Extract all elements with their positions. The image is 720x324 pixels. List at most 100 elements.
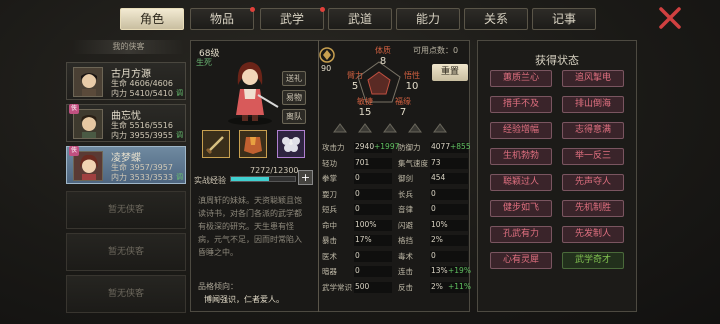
stat-row: 医术 0 (320, 250, 394, 263)
stat-row: 闪避 10% (396, 219, 470, 232)
status-effect[interactable]: 排山倒海 (562, 96, 624, 113)
empty-party-slot[interactable]: 暂无侠客 (66, 275, 186, 313)
stat-row: 连击 13% +19% (396, 266, 471, 278)
empty-party-slot[interactable]: 暂无侠客 (66, 191, 186, 229)
member-mp: 内力 3955/3955 (111, 131, 173, 140)
tab-label: 角色 (139, 12, 164, 26)
status-effect[interactable]: 先发制人 (562, 226, 624, 243)
status-effect[interactable]: 举一反三 (562, 148, 624, 165)
divider (318, 40, 319, 312)
stat-value: 73 (430, 157, 468, 169)
tab-martial-skills[interactable]: 武学 (260, 7, 325, 30)
exp-bar-fill (231, 177, 269, 181)
stat-row: 格挡 2% (396, 235, 470, 247)
tab-martial-way[interactable]: 武道 (328, 8, 392, 30)
status-effect[interactable]: 先声夺人 (562, 174, 624, 191)
status-effect[interactable]: 健步如飞 (490, 200, 552, 217)
character-description: 滇周轩的妹妹。天资聪颖且饱读诗书，对各门各派的武学都有极深的研究。天生患有怪病，… (198, 196, 302, 257)
tab-label: 物品 (209, 12, 234, 26)
tab-character[interactable]: 角色 (120, 8, 184, 30)
add-exp-button[interactable]: + (298, 170, 313, 185)
status-effect[interactable]: 孔武有力 (490, 226, 552, 243)
stat-name: 攻击力 (322, 143, 345, 152)
hero-badge: 侠 (69, 104, 79, 114)
tab-label: 武道 (347, 12, 372, 26)
stat-row: 御剑 454 (396, 173, 470, 185)
stat-value: 0 (430, 188, 468, 200)
member-mp: 内力 3533/3533 (111, 173, 173, 182)
stat-name: 集气速度 (398, 158, 428, 168)
gem-slots (333, 123, 447, 133)
status-effect[interactable]: 蕙质兰心 (490, 70, 552, 87)
tab-label: 记事 (551, 12, 576, 26)
tab-items[interactable]: 物品 (190, 7, 255, 30)
attr-value: 15 (358, 107, 372, 118)
status-effect[interactable]: 经验增幅 (490, 122, 552, 139)
stat-row: 暴击 17% (320, 235, 394, 247)
exp-value: 7272/12300 (250, 166, 299, 175)
reset-button[interactable]: 重置 (432, 64, 468, 81)
stat-name: 防御力 (398, 143, 421, 152)
stat-value: 0 (354, 188, 392, 200)
party-member-qu-wang-you[interactable]: 侠 曲忘忧 生命 5516/5516 内力 3955/3955 调 (66, 104, 186, 142)
attr-value: 5 (351, 81, 359, 92)
party-member-gu-yue-fang-yuan[interactable]: 古月方源 生命 4606/4606 内力 5410/5410 调 (66, 62, 186, 100)
stat-name: 音律 (398, 205, 413, 214)
equip-slot-accessory[interactable] (277, 130, 305, 158)
empty-party-slot[interactable]: 暂无侠客 (66, 233, 186, 271)
status-effect[interactable]: 心有灵犀 (490, 252, 552, 269)
attr-name: 体质 (375, 46, 391, 55)
notification-dot (320, 7, 325, 12)
stat-value: 0 (354, 250, 392, 262)
stat-row: 集气速度 73 (396, 157, 470, 170)
tab-journal[interactable]: 记事 (532, 8, 596, 30)
trade-button[interactable]: 易物 (282, 90, 306, 105)
tab-label: 武学 (279, 12, 304, 26)
available-points: 可用点数：0 (413, 46, 459, 55)
stat-row: 防御力 4077 +855 (396, 142, 471, 154)
status-effect[interactable]: 聪颖过人 (490, 174, 552, 191)
stat-name: 拳掌 (322, 174, 337, 183)
status-effect[interactable]: 追风掣电 (562, 70, 624, 87)
armor-icon (244, 137, 262, 154)
stat-name: 长兵 (398, 189, 413, 199)
stat-value: 701 (354, 157, 392, 169)
tab-ability[interactable]: 能力 (396, 8, 460, 30)
member-mp: 内力 5410/5410 (111, 89, 173, 98)
close-icon[interactable] (658, 6, 682, 30)
stat-row: 暗器 0 (320, 266, 394, 278)
attribute-insight: 悟性 10 (397, 70, 427, 92)
stat-value: 100% (354, 219, 392, 231)
party-header: 我的侠客 (73, 40, 184, 54)
stat-row: 音律 0 (396, 204, 470, 216)
stat-row: 轻功 701 (320, 157, 394, 170)
status-effect[interactable]: 措手不及 (490, 96, 552, 113)
character-status: 生死 (196, 58, 212, 67)
tab-label: 关系 (483, 12, 508, 26)
stat-name: 连击 (398, 267, 413, 276)
status-effect[interactable]: 志得意满 (562, 122, 624, 139)
stat-value: 0 (354, 204, 392, 215)
stat-row: 长兵 0 (396, 188, 470, 201)
sword-icon (205, 136, 224, 155)
attribute-strength: 臂力 5 (340, 70, 370, 92)
equip-slot-armor[interactable] (239, 130, 267, 158)
avatar (73, 67, 103, 97)
gift-button[interactable]: 送礼 (282, 71, 306, 86)
leave-party-button[interactable]: 离队 (282, 109, 306, 124)
stat-name: 毒术 (398, 251, 413, 261)
stat-row: 反击 2% +11% (396, 281, 471, 294)
party-member-ling-meng-die[interactable]: 侠 凌梦蝶 生命 3957/3957 内力 3533/3533 调 (66, 146, 186, 184)
status-effect[interactable]: 生机勃勃 (490, 148, 552, 165)
exp-bar (230, 176, 296, 182)
status-effect[interactable]: 先机制胜 (562, 200, 624, 217)
equip-slot-weapon[interactable] (202, 130, 230, 158)
exp-label: 实战经验 (194, 176, 226, 185)
stat-name: 反击 (398, 282, 413, 292)
trait-value: 博闻强识，仁者爱人。 (204, 295, 284, 304)
stat-value: 0 (430, 204, 468, 215)
status-effect[interactable]: 武学奇才 (562, 252, 624, 269)
tab-relations[interactable]: 关系 (464, 8, 528, 30)
attribute-constitution: 体质 8 (368, 45, 398, 67)
stat-value: 500 (354, 281, 392, 293)
